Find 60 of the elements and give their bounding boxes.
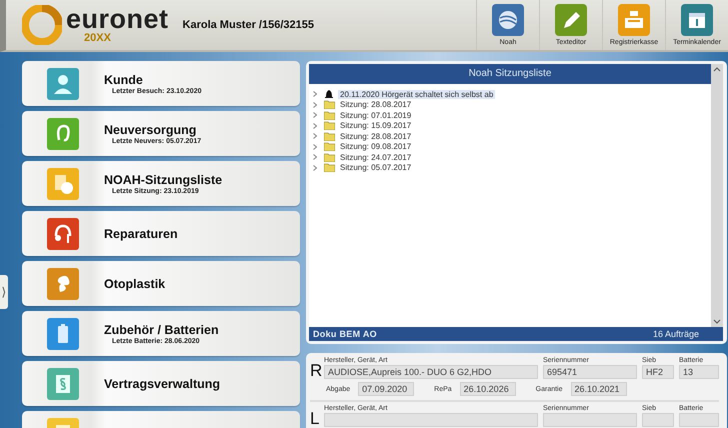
side-panel-handle[interactable]: ⟩ — [0, 275, 8, 309]
side-label: R — [310, 362, 322, 379]
side-label: L — [310, 410, 320, 427]
customer-name: Karola Muster /156/32155 — [182, 19, 314, 31]
scroll-up-icon[interactable] — [713, 67, 721, 72]
readonly-field: 26.10.2026 — [460, 382, 516, 396]
readonly-field — [679, 413, 719, 427]
folder-icon — [324, 121, 335, 130]
register-icon — [618, 4, 650, 36]
contract-icon — [47, 368, 79, 400]
menu-card[interactable]: Reparaturen — [22, 211, 300, 256]
menu-card[interactable]: Vertragsverwaltung — [22, 361, 300, 406]
earmold-icon — [47, 268, 79, 300]
scrollbar[interactable] — [711, 64, 723, 327]
hearing-aid-icon — [47, 118, 79, 150]
orders-count: 16 Aufträge — [652, 329, 699, 339]
readonly-field: 26.10.2021 — [570, 382, 627, 396]
folder-icon — [324, 132, 335, 141]
readonly-field: HF2 — [642, 365, 674, 379]
session-item[interactable]: Sitzung: 15.09.2017 — [338, 121, 414, 130]
menu-title: Reparaturen — [104, 226, 178, 240]
orders-label: Doku BEM AO — [313, 329, 377, 339]
session-item[interactable]: Sitzung: 28.08.2017 — [338, 132, 414, 141]
calendar-icon — [681, 4, 713, 36]
scroll-down-icon[interactable] — [713, 319, 721, 324]
headset-icon — [47, 218, 79, 250]
folder-icon — [324, 110, 335, 120]
readonly-field: 07.09.2020 — [358, 382, 414, 396]
menu-title: Neuversorgung — [104, 122, 196, 136]
session-item[interactable]: Sitzung: 09.08.2017 — [338, 142, 414, 152]
session-item[interactable]: Sitzung: 05.07.2017 — [338, 163, 414, 172]
menu-title: NOAH-Sitzungsliste — [104, 172, 222, 186]
readonly-field — [642, 413, 674, 427]
logo-wordmark: euronet — [66, 6, 169, 33]
battery-icon — [47, 318, 79, 350]
session-item[interactable]: 20.11.2020 Hörgerät schaltet sich selbst ab — [338, 90, 496, 99]
folder-icon — [324, 100, 335, 110]
folder-icon — [324, 163, 335, 172]
bell-icon — [324, 89, 334, 100]
logo-icon — [22, 5, 62, 45]
readonly-field: 13 — [679, 365, 719, 379]
menu-title: Vertragsverwaltung — [104, 376, 220, 390]
readonly-field: AUDIOSE,Aupreis 100.- DUO 6 G2,HDO — [324, 365, 538, 379]
person-icon — [47, 68, 79, 100]
menu-title: Otoplastik — [104, 276, 166, 290]
menu-card[interactable]: Otoplastik — [22, 261, 300, 306]
logo-edition: 20XX — [83, 33, 111, 44]
orders-bar[interactable]: Doku BEM AO 16 Aufträge — [309, 327, 723, 341]
menu-title: Kunde — [104, 72, 144, 86]
menu-title: Zubehör / Batterien — [104, 322, 219, 336]
session-item[interactable]: Sitzung: 07.01.2019 — [338, 110, 414, 120]
editor-icon — [555, 4, 587, 36]
session-item[interactable]: Sitzung: 24.07.2017 — [338, 152, 414, 162]
folder-icon — [324, 152, 335, 162]
noah-icon — [492, 4, 524, 36]
folder-icon — [324, 142, 335, 152]
readonly-field: 695471 — [543, 365, 637, 379]
document-icon — [47, 168, 79, 200]
session-item[interactable]: Sitzung: 28.08.2017 — [338, 100, 414, 110]
panel-title: Noah Sitzungsliste — [309, 64, 711, 84]
